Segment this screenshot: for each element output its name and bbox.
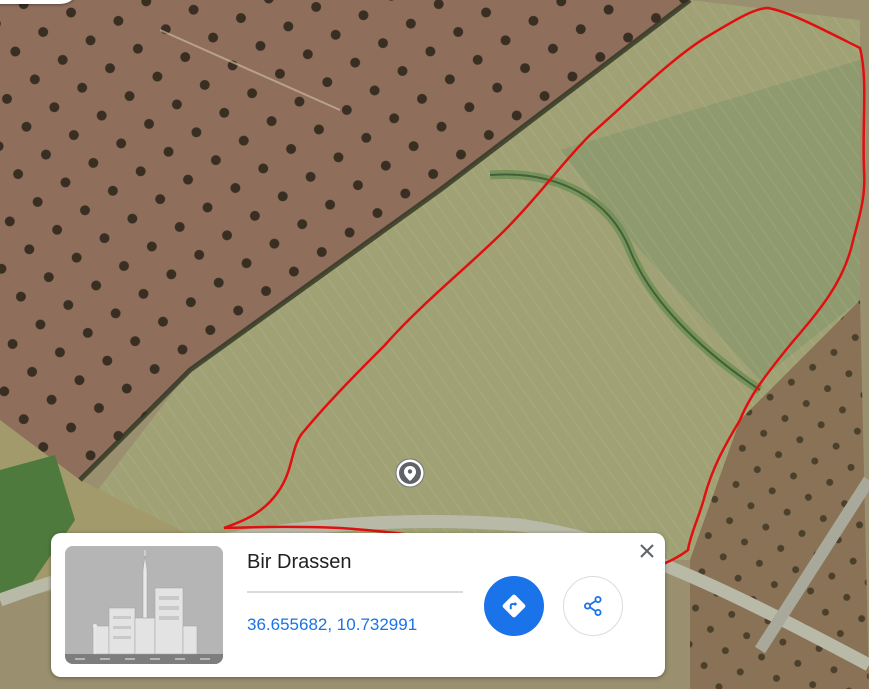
share-icon	[584, 596, 602, 616]
city-illustration	[65, 546, 223, 664]
place-thumbnail	[65, 546, 223, 664]
place-info-card: Bir Drassen 36.655682, 10.732991	[51, 533, 665, 677]
place-coordinates[interactable]: 36.655682, 10.732991	[247, 615, 417, 635]
directions-icon	[502, 594, 526, 618]
map-pin-icon[interactable]	[395, 458, 425, 488]
share-button[interactable]	[563, 576, 623, 636]
card-divider	[247, 591, 463, 593]
place-name: Bir Drassen	[247, 551, 352, 573]
close-button[interactable]	[635, 539, 659, 563]
close-icon	[640, 544, 654, 558]
directions-button[interactable]	[484, 576, 544, 636]
